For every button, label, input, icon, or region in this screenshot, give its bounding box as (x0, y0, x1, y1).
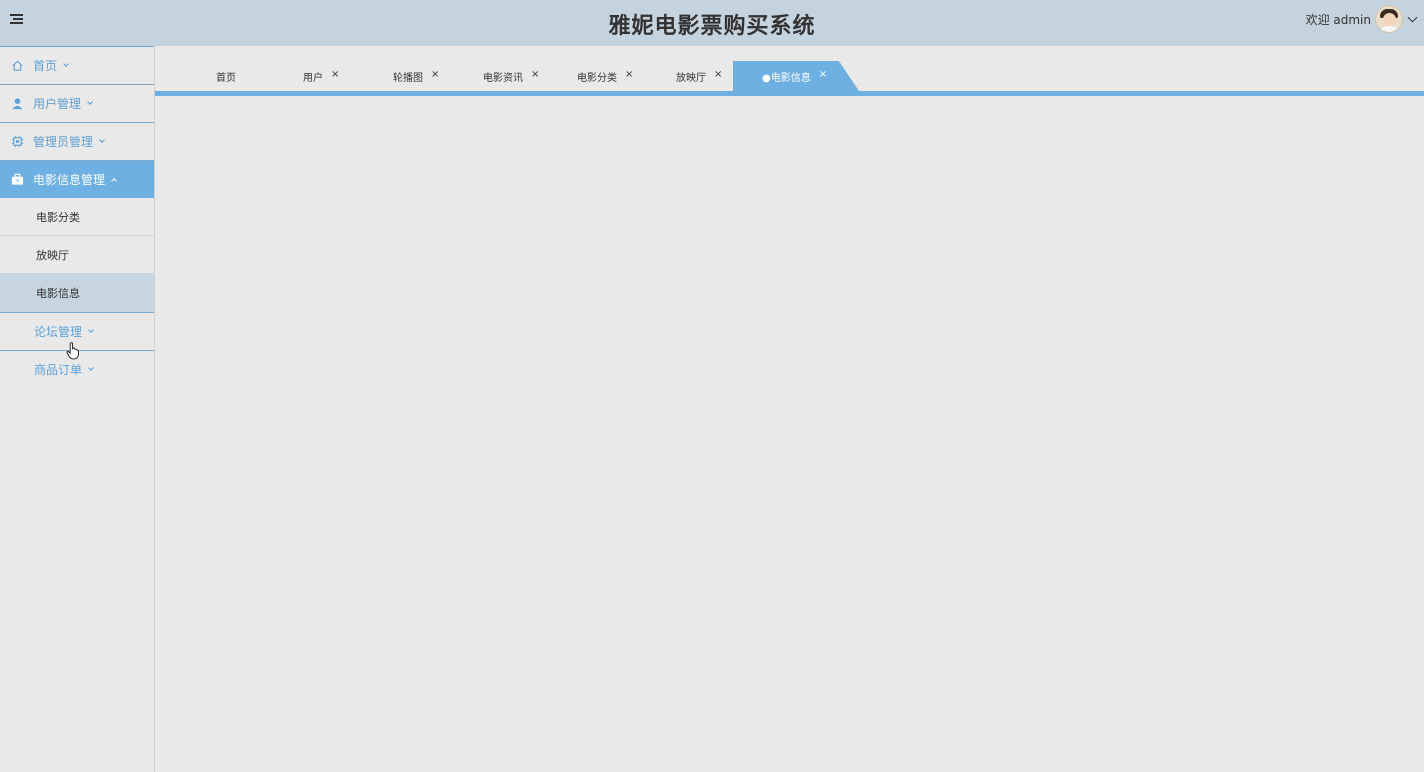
chevron-down-icon (63, 61, 69, 67)
welcome-text: 欢迎 admin (1305, 12, 1371, 27)
tab-label: 首页 (216, 72, 236, 84)
sidebar-item-home[interactable]: 首页 (0, 46, 154, 84)
close-icon[interactable]: × (531, 69, 539, 80)
tab-strip: 首页 用户 × 轮播图 × 电影资讯 × 电影分类 × 放映厅 × ●电影信息 … (155, 46, 1424, 96)
sidebar-item-label: 首页 (33, 59, 58, 73)
sidebar-subitem-movie-info[interactable]: 电影信息 (0, 274, 154, 360)
tab-label: 用户 (303, 72, 323, 84)
sidebar-nav: 首页 用户管理 管理员管理 电影信息管理 电影分类 放映厅 电影信息 论坛管理 … (0, 46, 155, 772)
chevron-down-icon (99, 137, 105, 143)
sidebar-item-users[interactable]: 用户管理 (0, 84, 154, 122)
sidebar-subitem-movie-category[interactable]: 电影分类 (0, 198, 154, 236)
user-avatar[interactable] (1375, 5, 1403, 33)
user-icon (12, 98, 23, 110)
chevron-down-icon (87, 99, 93, 105)
user-menu[interactable]: 欢迎 admin (1305, 4, 1418, 34)
home-icon (12, 60, 23, 71)
briefcase-icon (11, 173, 24, 185)
tab-users[interactable]: 用户 × (303, 61, 339, 91)
tab-label: ●电影信息 (762, 72, 811, 84)
sidebar-item-movie-info[interactable]: 电影信息管理 (0, 160, 154, 198)
app-title: 雅妮电影票购买系统 (608, 14, 816, 39)
pointer-cursor-icon (66, 342, 79, 360)
chevron-down-icon[interactable] (1407, 12, 1418, 22)
sidebar-subitem-cinema-hall[interactable]: 放映厅 (0, 236, 154, 274)
close-icon[interactable]: × (331, 69, 339, 80)
sidebar-item-label: 电影信息管理 (33, 173, 106, 187)
tab-movie-info[interactable]: ●电影信息 × (762, 61, 827, 91)
sidebar-item-admins[interactable]: 管理员管理 (0, 122, 154, 160)
close-icon[interactable]: × (714, 69, 722, 80)
tab-movie-news[interactable]: 电影资讯 × (483, 61, 539, 91)
tab-cinema-hall[interactable]: 放映厅 × (676, 61, 722, 91)
chevron-up-icon (111, 177, 117, 184)
sidebar-item-label: 商品订单 (34, 363, 83, 377)
tab-label: 轮播图 (393, 72, 423, 84)
sidebar-subitem-label: 放映厅 (36, 248, 69, 262)
sidebar-item-label: 用户管理 (33, 97, 82, 111)
tab-label: 电影分类 (577, 72, 617, 84)
sidebar-subitem-label: 电影分类 (36, 210, 80, 224)
close-icon[interactable]: × (431, 69, 439, 80)
tab-home[interactable]: 首页 (216, 61, 236, 91)
tab-label: 电影资讯 (483, 72, 523, 84)
tab-carousel[interactable]: 轮播图 × (393, 61, 439, 91)
main-content (155, 96, 1424, 772)
chevron-down-icon (88, 327, 94, 333)
chip-icon (11, 135, 24, 148)
tab-label: 放映厅 (676, 72, 706, 84)
tab-movie-category[interactable]: 电影分类 × (577, 61, 633, 91)
close-icon[interactable]: × (625, 69, 633, 80)
close-icon[interactable]: × (819, 69, 827, 80)
sidebar-item-label: 管理员管理 (33, 135, 94, 149)
sidebar-item-label: 论坛管理 (34, 325, 83, 339)
top-header: 雅妮电影票购买系统 欢迎 admin (0, 0, 1424, 46)
sidebar-subitem-label: 电影信息 (36, 286, 80, 300)
chevron-down-icon (88, 365, 94, 371)
